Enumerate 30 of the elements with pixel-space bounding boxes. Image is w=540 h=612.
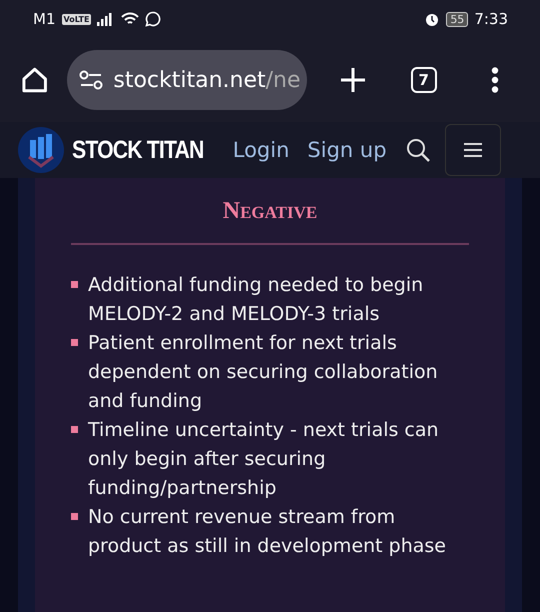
menu-icon[interactable]	[464, 143, 482, 157]
chat-icon	[145, 11, 162, 27]
url-text: stocktitan.net/ne	[113, 68, 301, 92]
plus-icon[interactable]	[340, 67, 366, 93]
bullet-icon	[71, 426, 78, 433]
more-icon[interactable]	[490, 67, 499, 93]
home-icon[interactable]	[20, 65, 50, 95]
brand-name: STOCK TITAN	[72, 136, 204, 164]
list-item-text: Timeline uncertainty - next trials can only begin after securing funding/partnership	[88, 418, 440, 501]
section-title: Negative	[222, 198, 318, 225]
bullet-icon	[71, 281, 78, 288]
list-item-text: No current revenue stream from product as still in development phase	[88, 505, 447, 559]
bullet-icon	[71, 339, 78, 346]
tab-count-button[interactable]: 7	[410, 67, 437, 93]
list-item-text: Patient enrollment for next trials dependent on securing collaboration and funding	[88, 331, 439, 414]
battery-indicator: 55	[446, 12, 468, 26]
menu-button[interactable]	[444, 124, 501, 176]
network-badge: VoLTE	[62, 14, 92, 24]
address-bar[interactable]: stocktitan.net/ne	[67, 50, 308, 110]
bullet-icon	[71, 513, 78, 520]
carrier-label: M1	[33, 10, 56, 28]
nav-link[interactable]: Sign up	[307, 138, 387, 162]
alarm-icon	[424, 11, 440, 27]
wifi-icon	[121, 12, 140, 26]
nav-link[interactable]: Login	[232, 138, 290, 162]
clock: 7:33	[474, 10, 508, 28]
site-settings-icon[interactable]	[79, 69, 104, 91]
logo-icon	[18, 127, 64, 173]
list-item-text: Additional funding needed to begin MELODY-2 and MELODY-3 trials	[88, 273, 424, 327]
search-icon[interactable]	[404, 137, 431, 163]
